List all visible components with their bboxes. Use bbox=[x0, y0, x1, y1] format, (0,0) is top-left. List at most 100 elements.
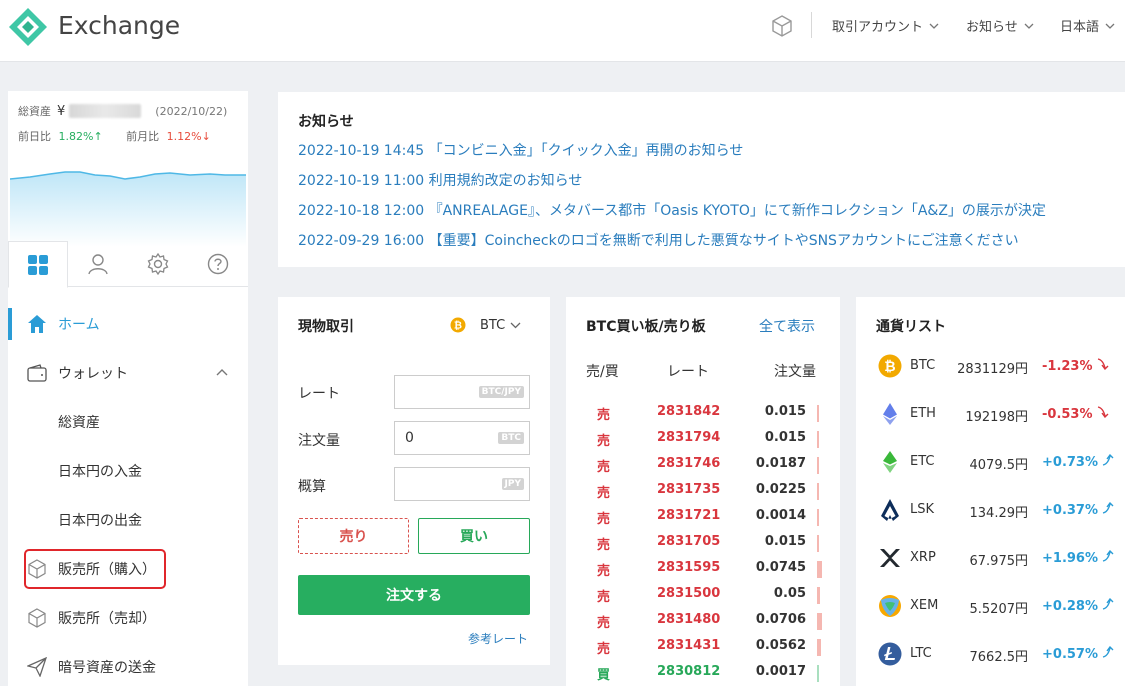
coin-change-value: -1.23% bbox=[1042, 359, 1093, 374]
nav-buy-crypto[interactable]: 販売所（購入） bbox=[8, 549, 248, 589]
coin-row-ltc[interactable]: LTC 7662.5円 +0.57% bbox=[856, 639, 1125, 669]
order-side: 売 bbox=[597, 408, 611, 423]
notice-link[interactable]: 2022-10-19 11:00 利用規約改定のお知らせ bbox=[298, 170, 582, 190]
coin-price: 4079.5円 bbox=[969, 458, 1029, 473]
order-amount: 0.0014 bbox=[755, 508, 806, 523]
coin-row-etc[interactable]: ETC 4079.5円 +0.73% bbox=[856, 447, 1125, 477]
total-assets: 総資産 ¥ (2022/10/22) bbox=[18, 103, 227, 119]
user-icon bbox=[88, 254, 108, 275]
order-book-row[interactable]: 売 2831480 0.0706 bbox=[566, 612, 840, 638]
nav-total-assets[interactable]: 総資産 bbox=[8, 402, 248, 442]
coin-price: 67.975円 bbox=[969, 554, 1029, 569]
coin-change-value: +0.57% bbox=[1042, 647, 1098, 662]
trading-account-label: 取引アカウント bbox=[832, 20, 924, 35]
trend-up-icon bbox=[1102, 549, 1116, 566]
tab-profile[interactable] bbox=[68, 241, 128, 287]
chevron-up-icon bbox=[216, 369, 228, 376]
svg-text:₿: ₿ bbox=[454, 320, 462, 332]
order-book-row[interactable]: 売 2831595 0.0745 bbox=[566, 560, 840, 586]
order-book-row[interactable]: 売 2831746 0.0187 bbox=[566, 456, 840, 482]
notifications-menu[interactable]: お知らせ bbox=[966, 16, 1034, 35]
order-book-row[interactable]: 売 2831735 0.0225 bbox=[566, 482, 840, 508]
order-rate: 2831735 bbox=[657, 482, 721, 497]
estimate-input[interactable]: JPY bbox=[394, 467, 530, 501]
order-side: 売 bbox=[597, 564, 611, 579]
chevron-down-icon bbox=[1024, 23, 1034, 29]
cube-icon bbox=[26, 607, 48, 629]
coin-change-value: +0.73% bbox=[1042, 455, 1098, 470]
coin-row-btc[interactable]: ₿ BTC 2831129円 -1.23% bbox=[856, 351, 1125, 381]
coin-row-xrp[interactable]: XRP 67.975円 +1.96% bbox=[856, 543, 1125, 573]
sidebar: 総資産 ¥ (2022/10/22) 前日比 1.82%↑ 前月比 1.12%↓ bbox=[8, 91, 248, 686]
nav-total-assets-label: 総資産 bbox=[58, 415, 100, 431]
order-book-row[interactable]: 買 2830812 0.0017 bbox=[566, 664, 840, 686]
notice-link[interactable]: 2022-10-19 14:45 「コンビニ入金」「クイック入金」再開のお知らせ bbox=[298, 140, 743, 160]
coin-row-eth[interactable]: ETH 192198円 -0.53% bbox=[856, 399, 1125, 429]
trading-account-menu[interactable]: 取引アカウント bbox=[832, 16, 939, 35]
coin-change-value: +0.37% bbox=[1042, 503, 1098, 518]
bitcoin-icon: ₿ bbox=[878, 354, 902, 378]
notifications-label: お知らせ bbox=[966, 20, 1018, 35]
buy-button[interactable]: 買い bbox=[418, 518, 530, 554]
paper-plane-icon bbox=[26, 656, 48, 678]
nav-send-crypto[interactable]: 暗号資産の送金 bbox=[8, 647, 248, 686]
nav-wallet[interactable]: ウォレット bbox=[8, 353, 248, 393]
order-book-row[interactable]: 売 2831721 0.0014 bbox=[566, 508, 840, 534]
estimate-label: 概算 bbox=[298, 479, 326, 495]
spot-trade-title: 現物取引 bbox=[298, 319, 354, 335]
notice-link[interactable]: 2022-10-18 12:00 『ANREALAGE』、メタバース都市「Oas… bbox=[298, 200, 1046, 220]
active-indicator bbox=[8, 308, 12, 340]
coin-symbol: LSK bbox=[910, 502, 935, 517]
order-rate: 2831480 bbox=[657, 612, 721, 627]
col-amount-header: 注文量 bbox=[774, 364, 816, 380]
depth-bar bbox=[817, 431, 819, 448]
amount-input[interactable]: 0 BTC bbox=[394, 421, 530, 455]
language-menu[interactable]: 日本語 bbox=[1060, 16, 1115, 35]
show-all-link[interactable]: 全て表示 bbox=[759, 316, 815, 336]
tab-dashboard[interactable] bbox=[8, 241, 68, 288]
rate-input[interactable]: BTC/JPY bbox=[394, 375, 530, 409]
nav-jpy-deposit[interactable]: 日本円の入金 bbox=[8, 451, 248, 491]
day-ratio-label: 前日比 bbox=[18, 130, 51, 143]
place-order-button[interactable]: 注文する bbox=[298, 575, 530, 615]
coin-selector[interactable]: ₿ BTC bbox=[450, 317, 521, 333]
sidebar-tabbar bbox=[8, 241, 248, 288]
coin-change: -1.23% bbox=[1042, 358, 1111, 374]
nav-buy-crypto-label: 販売所（購入） bbox=[58, 562, 156, 578]
cube-icon[interactable] bbox=[770, 14, 794, 38]
order-book-row[interactable]: 売 2831794 0.015 bbox=[566, 430, 840, 456]
order-book-row[interactable]: 売 2831705 0.015 bbox=[566, 534, 840, 560]
order-amount: 0.0187 bbox=[755, 456, 806, 471]
order-book-row[interactable]: 売 2831500 0.05 bbox=[566, 586, 840, 612]
reference-rate-link[interactable]: 参考レート bbox=[468, 630, 528, 647]
coin-change: -0.53% bbox=[1042, 406, 1111, 422]
nav-home-label: ホーム bbox=[58, 317, 100, 333]
order-side: 売 bbox=[597, 512, 611, 527]
order-amount: 0.0562 bbox=[755, 638, 806, 653]
coin-symbol: XEM bbox=[910, 598, 939, 613]
notice-link[interactable]: 2022-09-29 16:00 【重要】Coincheckのロゴを無断で利用し… bbox=[298, 230, 1019, 250]
sell-button[interactable]: 売り bbox=[298, 518, 409, 554]
depth-bar bbox=[817, 639, 821, 656]
nav-jpy-withdraw[interactable]: 日本円の出金 bbox=[8, 500, 248, 540]
exchange-logo-icon[interactable] bbox=[8, 7, 48, 47]
trend-down-icon bbox=[1097, 406, 1111, 422]
coin-symbol: BTC bbox=[910, 358, 936, 373]
amount-label: 注文量 bbox=[298, 433, 340, 449]
coin-symbol: ETH bbox=[910, 406, 936, 421]
nav-sell-crypto[interactable]: 販売所（売却） bbox=[8, 598, 248, 638]
order-book-row[interactable]: 売 2831431 0.0562 bbox=[566, 638, 840, 664]
header-divider bbox=[811, 12, 812, 38]
language-label: 日本語 bbox=[1060, 20, 1100, 35]
tab-settings[interactable] bbox=[128, 241, 188, 287]
coin-row-lsk[interactable]: LSK 134.29円 +0.37% bbox=[856, 495, 1125, 525]
order-amount: 0.015 bbox=[764, 404, 806, 419]
coin-row-xem[interactable]: XEM 5.5207円 +0.28% bbox=[856, 591, 1125, 621]
order-rate: 2831431 bbox=[657, 638, 721, 653]
amount-value: 0 bbox=[405, 430, 414, 446]
trend-up-icon bbox=[1102, 453, 1116, 470]
order-book-row[interactable]: 売 2831842 0.015 bbox=[566, 404, 840, 430]
nav-home[interactable]: ホーム bbox=[8, 304, 248, 344]
tab-help[interactable] bbox=[188, 241, 248, 287]
brand-name[interactable]: Exchange bbox=[58, 11, 180, 40]
